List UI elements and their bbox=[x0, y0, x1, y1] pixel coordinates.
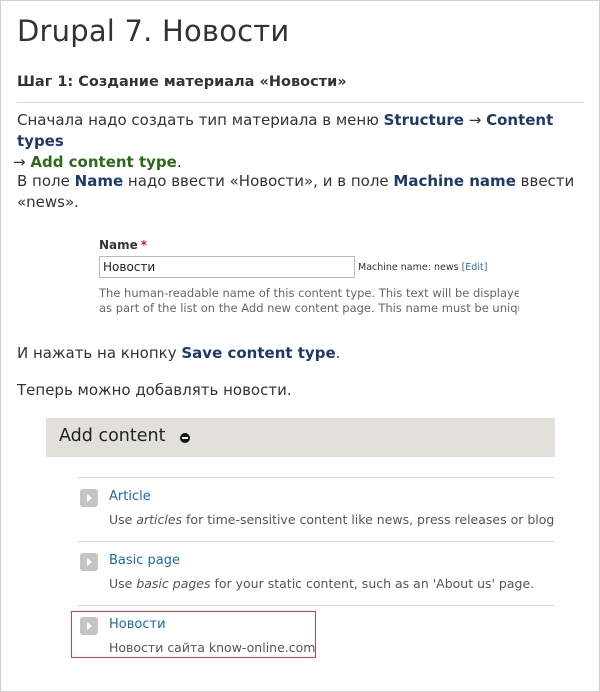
paragraph-text: . bbox=[335, 344, 341, 362]
field-name-ref: Name bbox=[74, 172, 124, 190]
edit-bracket: ] bbox=[483, 262, 488, 273]
list-divider bbox=[78, 477, 555, 478]
save-content-type-ref: Save content type bbox=[181, 344, 336, 362]
desc-text: Use bbox=[109, 576, 137, 591]
desc-text: for your static content, such as an 'Abo… bbox=[210, 576, 535, 591]
field-machine-name-ref: Machine name bbox=[393, 172, 516, 190]
desc-emphasis: articles bbox=[136, 512, 183, 527]
machine-name-text: Machine name: news bbox=[358, 262, 462, 273]
arrow-separator: → bbox=[463, 111, 487, 129]
paragraph-text: В поле bbox=[17, 172, 75, 190]
machine-name-display: Machine name: news [Edit] bbox=[358, 262, 487, 273]
required-mark: * bbox=[140, 238, 148, 252]
paragraph-text: Сначала надо создать тип материала в мен… bbox=[17, 111, 384, 129]
machine-name-edit-link[interactable]: Edit bbox=[465, 262, 483, 273]
add-content-panel-header: Add content bbox=[46, 418, 555, 457]
content-type-link-article[interactable]: Article bbox=[109, 489, 151, 504]
desc-text: for time-sensitive content like news, pr… bbox=[182, 512, 555, 527]
content-type-desc-basic-page: Use basic pages for your static content,… bbox=[109, 576, 534, 591]
arrow-separator: → bbox=[13, 153, 31, 171]
list-divider bbox=[78, 605, 555, 606]
paragraph-save: И нажать на кнопку Save content type. bbox=[17, 343, 589, 364]
name-field-description: The human-readable name of this content … bbox=[99, 286, 519, 315]
name-field-label: Name * bbox=[99, 238, 147, 252]
list-divider bbox=[78, 541, 555, 542]
content-type-desc-article: Use articles for time-sensitive content … bbox=[109, 512, 555, 527]
menu-structure: Structure bbox=[383, 111, 464, 129]
arrow-right-icon bbox=[80, 553, 98, 571]
name-input[interactable] bbox=[99, 256, 355, 278]
heading-divider bbox=[17, 102, 584, 103]
desc-emphasis: basic pages bbox=[136, 576, 211, 591]
content-type-link-basic-page[interactable]: Basic page bbox=[109, 553, 180, 568]
page-title: Drupal 7. Новости bbox=[17, 14, 290, 48]
add-content-title: Add content bbox=[59, 426, 166, 446]
paragraph-fields: В поле Name надо ввести «Новости», и в п… bbox=[17, 171, 589, 213]
paragraph-text: . bbox=[176, 153, 182, 171]
menu-add-content-type: Add content type bbox=[30, 153, 177, 171]
name-label-text: Name bbox=[99, 238, 138, 252]
collapse-icon[interactable] bbox=[180, 433, 190, 443]
paragraph-text: надо ввести «Новости», и в поле bbox=[123, 172, 394, 190]
arrow-right-icon bbox=[80, 489, 98, 507]
highlight-frame bbox=[71, 611, 316, 658]
step-heading: Шаг 1: Создание материала «Новости» bbox=[17, 74, 347, 90]
desc-text: Use bbox=[109, 512, 137, 527]
paragraph-create-type: Сначала надо создать тип материала в мен… bbox=[13, 110, 589, 173]
name-field-screenshot: Name* Machine name: news [Edit] The huma… bbox=[99, 238, 519, 318]
paragraph-text: И нажать на кнопку bbox=[17, 344, 182, 362]
paragraph-done: Теперь можно добавлять новости. bbox=[17, 381, 292, 399]
